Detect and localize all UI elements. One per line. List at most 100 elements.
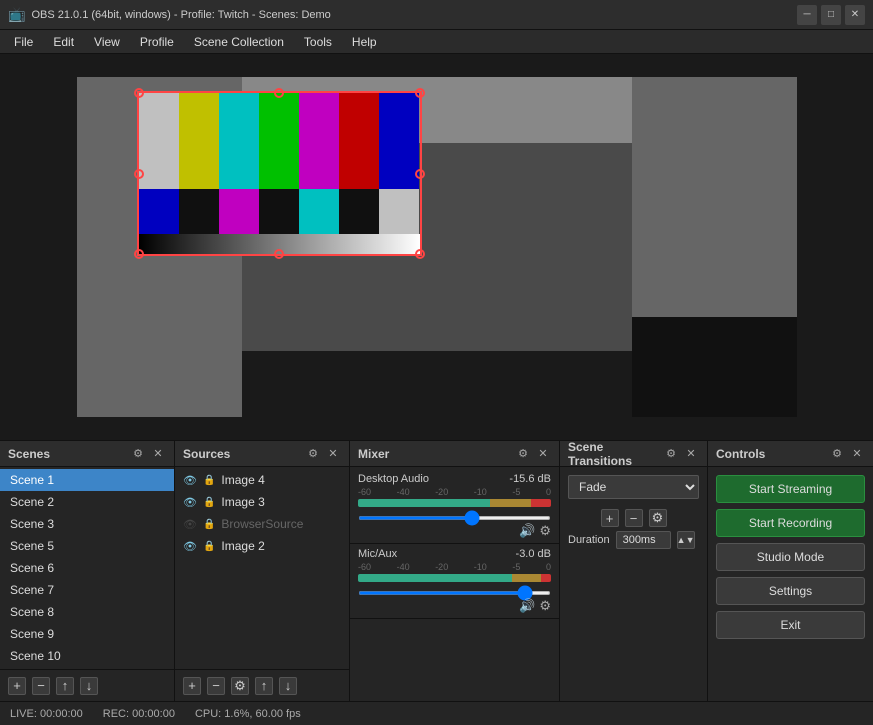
scene-item[interactable]: Scene 3 (0, 513, 174, 535)
sources-config-icon[interactable]: ⚙ (305, 446, 321, 462)
sources-config-button[interactable]: ⚙ (231, 677, 249, 695)
handle-bm (274, 249, 284, 259)
scenes-panel-title: Scenes (8, 447, 50, 461)
scenes-list: Scene 1Scene 2Scene 3Scene 5Scene 6Scene… (0, 467, 174, 669)
scenes-up-button[interactable]: ↑ (56, 677, 74, 695)
volume-fader[interactable] (358, 591, 551, 595)
source-lock-icon[interactable]: 🔒 (203, 475, 215, 486)
sources-down-button[interactable]: ↓ (279, 677, 297, 695)
menu-item-file[interactable]: File (4, 30, 43, 54)
handle-tr (415, 88, 425, 98)
scene-item[interactable]: Scene 7 (0, 579, 174, 601)
mixer-level-bar (358, 499, 551, 507)
transitions-config-icon[interactable]: ⚙ (663, 446, 679, 462)
scenes-add-button[interactable]: + (8, 677, 26, 695)
control-settings-button[interactable]: Settings (716, 577, 865, 605)
transitions-panel-icons: ⚙ ✕ (663, 446, 699, 462)
sources-panel: Sources ⚙ ✕ 👁🔒Image 4👁🔒Image 3👁🔒BrowserS… (175, 441, 350, 701)
bar-yellow (512, 574, 541, 582)
source-eye-icon[interactable]: 👁 (183, 540, 197, 553)
handle-bl (134, 249, 144, 259)
mute-icon[interactable]: 🔊 (519, 523, 535, 539)
sources-list: 👁🔒Image 4👁🔒Image 3👁🔒BrowserSource👁🔒Image… (175, 467, 349, 669)
panel-row: Scenes ⚙ ✕ Scene 1Scene 2Scene 3Scene 5S… (0, 440, 873, 701)
bar-red (541, 574, 551, 582)
mixer-track-header: Desktop Audio -15.6 dB (358, 473, 551, 485)
transition-remove-button[interactable]: − (625, 509, 643, 527)
close-button[interactable]: ✕ (845, 5, 865, 25)
scene-item[interactable]: Scene 1 (0, 469, 174, 491)
mixer-config-icon[interactable]: ⚙ (515, 446, 531, 462)
source-eye-icon[interactable]: 👁 (183, 474, 197, 487)
scenes-config-icon[interactable]: ⚙ (130, 446, 146, 462)
source-item[interactable]: 👁 🔒 Image 4 (175, 469, 349, 491)
track-settings-icon[interactable]: ⚙ (539, 598, 551, 614)
controls-config-icon[interactable]: ⚙ (829, 446, 845, 462)
source-lock-icon[interactable]: 🔒 (203, 541, 215, 552)
scenes-close-icon[interactable]: ✕ (150, 446, 166, 462)
controls-close-icon[interactable]: ✕ (849, 446, 865, 462)
control-studio-mode-button[interactable]: Studio Mode (716, 543, 865, 571)
scene-item[interactable]: Scene 9 (0, 623, 174, 645)
rec-status: REC: 00:00:00 (103, 708, 175, 720)
handle-br (415, 249, 425, 259)
mixer-bar-bg (358, 574, 551, 582)
source-lock-icon[interactable]: 🔒 (203, 497, 215, 508)
duration-input[interactable] (616, 531, 671, 549)
maximize-button[interactable]: □ (821, 5, 841, 25)
color-bars-display (137, 91, 422, 256)
preview-right-bottom (632, 317, 797, 417)
control-start-recording-button[interactable]: Start Recording (716, 509, 865, 537)
mixer-panel-title: Mixer (358, 447, 389, 461)
transitions-panel-header: Scene Transitions ⚙ ✕ (560, 441, 707, 467)
source-item[interactable]: 👁🔒Image 2 (175, 535, 349, 557)
minimize-button[interactable]: ─ (797, 5, 817, 25)
sources-footer: + − ⚙ ↑ ↓ (175, 669, 349, 701)
source-item[interactable]: 👁🔒BrowserSource (175, 513, 349, 535)
menu-item-profile[interactable]: Profile (130, 30, 184, 54)
bar-green (358, 499, 490, 507)
menu-item-help[interactable]: Help (342, 30, 387, 54)
scenes-remove-button[interactable]: − (32, 677, 50, 695)
scene-item[interactable]: Scene 6 (0, 557, 174, 579)
preview-bottom-panel (242, 351, 632, 417)
menu-item-view[interactable]: View (84, 30, 130, 54)
transition-type-select[interactable]: Fade Cut Swipe Slide (568, 475, 699, 499)
control-exit-button[interactable]: Exit (716, 611, 865, 639)
menu-item-tools[interactable]: Tools (294, 30, 342, 54)
transition-duration-row: Duration ▲▼ (560, 531, 707, 549)
mute-icon[interactable]: 🔊 (519, 598, 535, 614)
sources-up-button[interactable]: ↑ (255, 677, 273, 695)
handle-mr (415, 169, 425, 179)
scene-item[interactable]: Scene 2 (0, 491, 174, 513)
title-bar-left: 📺 OBS 21.0.1 (64bit, windows) - Profile:… (8, 6, 331, 23)
preview-area (0, 54, 873, 440)
source-eye-icon[interactable]: 👁 (183, 518, 197, 531)
mixer-close-icon[interactable]: ✕ (535, 446, 551, 462)
source-lock-icon[interactable]: 🔒 (203, 519, 215, 530)
sources-remove-button[interactable]: − (207, 677, 225, 695)
scenes-footer: + − ↑ ↓ (0, 669, 174, 701)
source-label: Image 4 (221, 473, 264, 487)
menu-item-edit[interactable]: Edit (43, 30, 84, 54)
menu-item-scene-collection[interactable]: Scene Collection (184, 30, 294, 54)
scenes-down-button[interactable]: ↓ (80, 677, 98, 695)
source-eye-icon[interactable]: 👁 (183, 496, 197, 509)
track-settings-icon[interactable]: ⚙ (539, 523, 551, 539)
mixer-content: Desktop Audio -15.6 dB -60-40-20-10-50 🔊… (350, 467, 559, 701)
sources-add-button[interactable]: + (183, 677, 201, 695)
source-item[interactable]: 👁🔒Image 3 (175, 491, 349, 513)
sources-close-icon[interactable]: ✕ (325, 446, 341, 462)
transitions-close-icon[interactable]: ✕ (683, 446, 699, 462)
volume-fader[interactable] (358, 516, 551, 520)
transition-add-button[interactable]: + (601, 509, 619, 527)
scene-item[interactable]: Scene 5 (0, 535, 174, 557)
track-db: -15.6 dB (509, 473, 551, 485)
scene-item[interactable]: Scene 8 (0, 601, 174, 623)
control-start-streaming-button[interactable]: Start Streaming (716, 475, 865, 503)
track-name: Desktop Audio (358, 473, 429, 485)
scene-item[interactable]: Scene 10 (0, 645, 174, 667)
duration-spin-button[interactable]: ▲▼ (677, 531, 695, 549)
handle-tl (134, 88, 144, 98)
transition-settings-button[interactable]: ⚙ (649, 509, 667, 527)
